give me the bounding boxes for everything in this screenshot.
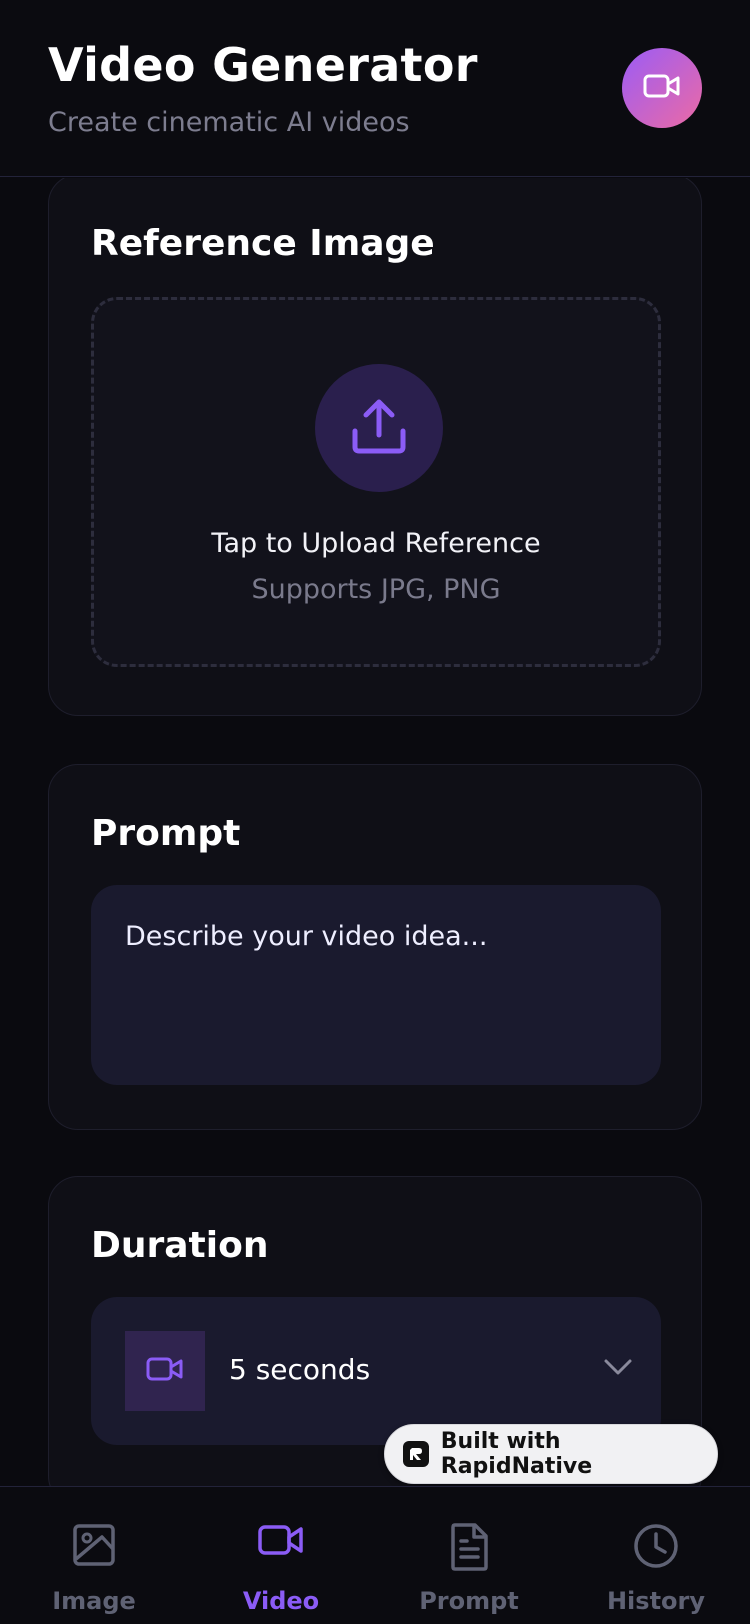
reference-image-card: Reference Image Tap to Upload Reference … [48,178,702,716]
duration-select[interactable]: 5 seconds [91,1297,661,1445]
rapidnative-logo-icon [403,1441,429,1467]
prompt-card: Prompt Describe your video idea... [48,764,702,1130]
tab-prompt[interactable]: Prompt [394,1487,544,1624]
video-camera-icon [258,1523,304,1561]
duration-value: 5 seconds [229,1353,371,1386]
chevron-down-icon [603,1357,633,1381]
reference-image-title: Reference Image [91,223,435,264]
video-camera-icon [643,71,681,105]
app-header: Video Generator Create cinematic AI vide… [0,0,750,177]
tab-prompt-label: Prompt [419,1587,519,1615]
video-camera-icon [146,1355,184,1387]
duration-icon-box [125,1331,205,1411]
tab-history[interactable]: History [581,1487,731,1624]
video-badge[interactable] [622,48,702,128]
document-icon [449,1523,489,1575]
built-with-badge[interactable]: Built with RapidNative [384,1424,718,1484]
upload-label: Tap to Upload Reference [211,528,541,559]
content-scroll[interactable]: Reference Image Tap to Upload Reference … [0,178,750,1486]
page-subtitle: Create cinematic AI videos [48,107,410,138]
tab-history-label: History [606,1587,706,1615]
tab-image[interactable]: Image [19,1487,169,1624]
duration-title: Duration [91,1225,269,1266]
upload-hint: Supports JPG, PNG [251,574,501,605]
tab-video[interactable]: Video [206,1487,356,1624]
page-title: Video Generator [48,38,478,92]
bottom-tab-bar: Image Video Prompt History [0,1486,750,1624]
tab-image-label: Image [52,1587,136,1615]
built-with-label: Built with RapidNative [440,1429,593,1479]
image-icon [72,1523,116,1571]
clock-icon [633,1523,679,1573]
upload-icon [349,397,409,459]
tab-video-label: Video [242,1587,320,1615]
prompt-input[interactable]: Describe your video idea... [91,885,661,1085]
prompt-title: Prompt [91,813,241,854]
upload-icon-circle [315,364,443,492]
upload-dropzone[interactable]: Tap to Upload Reference Supports JPG, PN… [91,297,661,667]
